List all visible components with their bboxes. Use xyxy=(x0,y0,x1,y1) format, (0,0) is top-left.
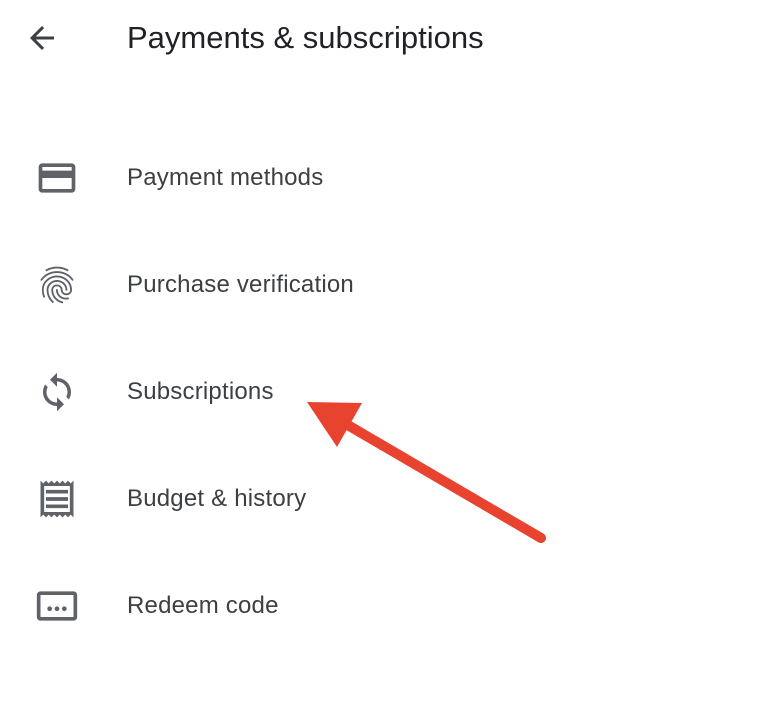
menu-item-budget-history[interactable]: Budget & history xyxy=(0,445,764,552)
menu-item-subscriptions[interactable]: Subscriptions xyxy=(0,338,764,445)
sync-icon xyxy=(30,365,84,419)
top-app-bar: Payments & subscriptions xyxy=(0,0,764,76)
menu-item-label: Payment methods xyxy=(127,163,324,191)
credit-card-icon xyxy=(30,151,84,205)
menu-item-label: Budget & history xyxy=(127,484,307,512)
page-title: Payments & subscriptions xyxy=(127,20,484,55)
menu-item-label: Redeem code xyxy=(127,591,279,619)
arrow-back-icon xyxy=(30,26,54,50)
menu-item-purchase-verification[interactable]: Purchase verification xyxy=(0,231,764,338)
receipt-icon xyxy=(30,472,84,526)
back-button[interactable] xyxy=(18,14,66,62)
redeem-code-icon xyxy=(30,579,84,633)
fingerprint-icon xyxy=(30,258,84,312)
menu-item-redeem-code[interactable]: Redeem code xyxy=(0,552,764,659)
menu-item-label: Subscriptions xyxy=(127,377,274,405)
menu-item-label: Purchase verification xyxy=(127,270,354,298)
payments-menu: Payment methods Purchase verification Su… xyxy=(0,124,764,659)
menu-item-payment-methods[interactable]: Payment methods xyxy=(0,124,764,231)
